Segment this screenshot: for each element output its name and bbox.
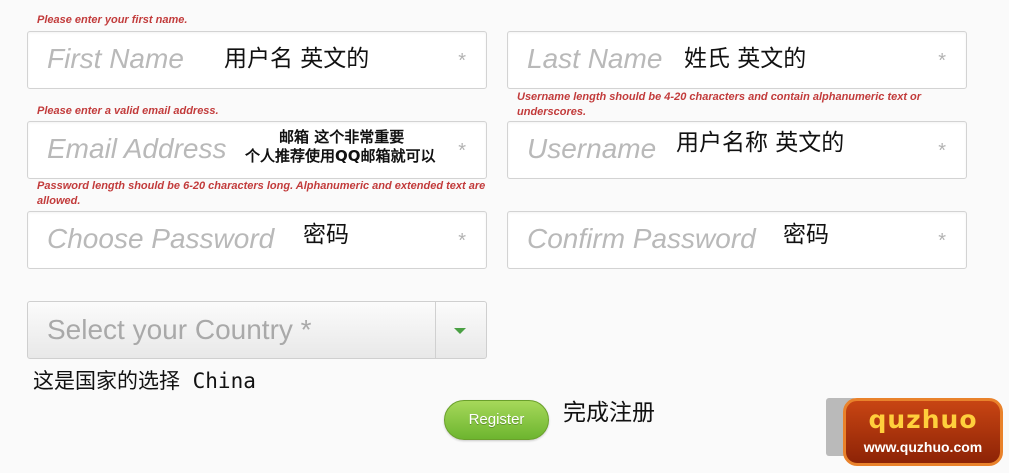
watermark-title: quzhuo <box>868 405 978 434</box>
country-annotation: 这是国家的选择 China <box>33 369 256 393</box>
username-error: Username length should be 4-20 character… <box>517 91 922 118</box>
country-select[interactable]: Select your Country * <box>27 301 487 359</box>
select-divider <box>435 302 436 358</box>
password-error: Password length should be 6-20 character… <box>37 180 486 207</box>
confirm-password-field[interactable]: Confirm Password * <box>507 211 967 269</box>
password-placeholder: Choose Password <box>47 223 275 254</box>
password-annotation: 密码 <box>303 222 349 248</box>
register-button[interactable]: Register <box>444 400 549 440</box>
required-marker: * <box>458 50 466 72</box>
register-annotation: 完成注册 <box>563 400 655 426</box>
password-field[interactable]: Choose Password * <box>27 211 487 269</box>
watermark-url: www.quzhuo.com <box>863 439 983 455</box>
chevron-down-icon[interactable] <box>454 328 466 334</box>
first-name-annotation: 用户名 英文的 <box>224 46 370 72</box>
email-annotation-line1: 邮箱 这个非常重要 <box>279 128 405 146</box>
required-marker: * <box>458 140 466 162</box>
quzhuo-logo: quzhuo www.quzhuo.com <box>843 398 1003 466</box>
required-marker: * <box>938 230 946 252</box>
first-name-error: Please enter your first name. <box>37 14 188 26</box>
required-marker: * <box>938 140 946 162</box>
required-marker: * <box>458 230 466 252</box>
username-placeholder: Username <box>527 133 657 164</box>
email-annotation-line2: 个人推荐使用QQ邮箱就可以 <box>245 147 436 165</box>
first-name-placeholder: First Name <box>47 43 184 74</box>
last-name-placeholder: Last Name <box>527 43 663 74</box>
email-placeholder: Email Address <box>47 133 227 164</box>
email-error: Please enter a valid email address. <box>37 105 219 117</box>
confirm-password-placeholder: Confirm Password <box>527 223 756 254</box>
last-name-annotation: 姓氏 英文的 <box>684 46 807 72</box>
username-annotation: 用户名称 英文的 <box>676 130 845 156</box>
required-marker: * <box>938 50 946 72</box>
confirm-password-annotation: 密码 <box>783 222 829 248</box>
country-placeholder: Select your Country * <box>47 314 312 345</box>
